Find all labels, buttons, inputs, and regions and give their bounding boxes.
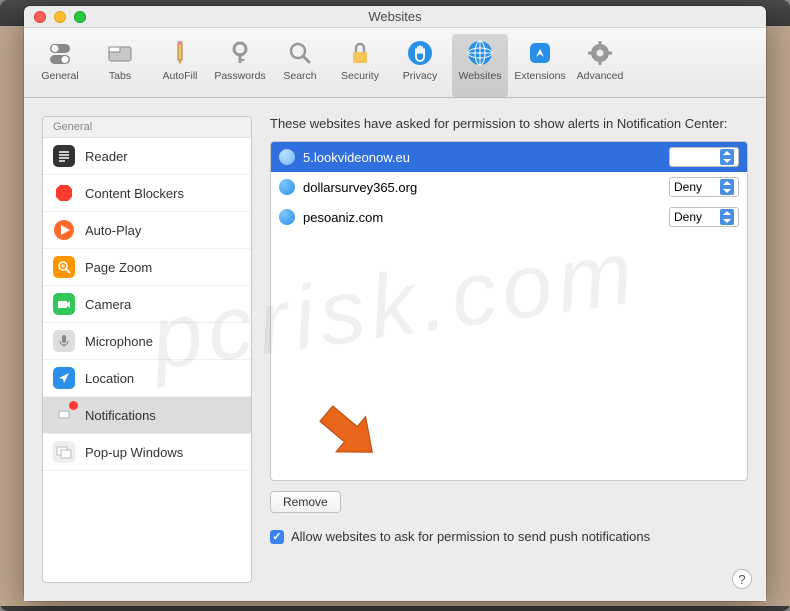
toolbar-tabs[interactable]: Tabs (92, 34, 148, 97)
content-area: General Reader Content Blockers Auto-Pla… (24, 98, 766, 601)
sidebar-header: General (43, 117, 251, 138)
pencil-icon (165, 38, 195, 68)
updown-icon (720, 179, 734, 195)
location-icon (53, 367, 75, 389)
updown-icon (720, 209, 734, 225)
help-button[interactable]: ? (732, 569, 752, 589)
sidebar: General Reader Content Blockers Auto-Pla… (42, 116, 252, 583)
globe-icon (279, 149, 295, 165)
toolbar-label: Advanced (577, 70, 624, 82)
actions-row: Remove (270, 491, 748, 513)
toolbar-label: AutoFill (162, 70, 197, 82)
zoom-icon (53, 256, 75, 278)
titlebar: Websites (24, 6, 766, 28)
preferences-window: Websites General Tabs AutoFill Passwords… (24, 6, 766, 601)
microphone-icon (53, 330, 75, 352)
globe-icon (465, 38, 495, 68)
sidebar-item-reader[interactable]: Reader (43, 138, 251, 175)
website-name: 5.lookvideonow.eu (303, 150, 661, 165)
sidebar-item-content-blockers[interactable]: Content Blockers (43, 175, 251, 212)
website-row[interactable]: pesoaniz.com Deny (271, 202, 747, 232)
toolbar-label: Search (283, 70, 316, 82)
allow-ask-row: Allow websites to ask for permission to … (270, 529, 748, 544)
permission-select[interactable]: Deny (669, 207, 739, 227)
sidebar-label: Auto-Play (85, 223, 141, 238)
globe-icon (279, 209, 295, 225)
sidebar-item-page-zoom[interactable]: Page Zoom (43, 249, 251, 286)
key-icon (225, 38, 255, 68)
remove-button[interactable]: Remove (270, 491, 341, 513)
toolbar-label: Security (341, 70, 379, 82)
sidebar-label: Pop-up Windows (85, 445, 183, 460)
toolbar-label: Extensions (514, 70, 565, 82)
checkbox-label: Allow websites to ask for permission to … (291, 529, 650, 544)
toolbar-autofill[interactable]: AutoFill (152, 34, 208, 97)
window-title: Websites (24, 9, 766, 24)
permission-select[interactable]: Allow (669, 147, 739, 167)
toolbar-security[interactable]: Security (332, 34, 388, 97)
camera-icon (53, 293, 75, 315)
popup-icon (53, 441, 75, 463)
sidebar-label: Camera (85, 297, 131, 312)
sidebar-label: Content Blockers (85, 186, 184, 201)
toolbar-extensions[interactable]: Extensions (512, 34, 568, 97)
switch-icon (45, 38, 75, 68)
sidebar-item-camera[interactable]: Camera (43, 286, 251, 323)
sidebar-label: Location (85, 371, 134, 386)
website-row[interactable]: dollarsurvey365.org Deny (271, 172, 747, 202)
sidebar-item-auto-play[interactable]: Auto-Play (43, 212, 251, 249)
notification-badge (69, 401, 78, 410)
toolbar-passwords[interactable]: Passwords (212, 34, 268, 97)
toolbar-search[interactable]: Search (272, 34, 328, 97)
website-row[interactable]: 5.lookvideonow.eu Allow (271, 142, 747, 172)
allow-ask-checkbox[interactable] (270, 530, 284, 544)
sidebar-item-location[interactable]: Location (43, 360, 251, 397)
toolbar-privacy[interactable]: Privacy (392, 34, 448, 97)
website-name: pesoaniz.com (303, 210, 661, 225)
reader-icon (53, 145, 75, 167)
hand-icon (405, 38, 435, 68)
toolbar-label: Passwords (214, 70, 265, 82)
sidebar-label: Notifications (85, 408, 156, 423)
sidebar-label: Microphone (85, 334, 153, 349)
main-header: These websites have asked for permission… (270, 116, 748, 131)
sidebar-item-notifications[interactable]: Notifications (43, 397, 251, 434)
website-list: 5.lookvideonow.eu Allow dollarsurvey365.… (270, 141, 748, 481)
toolbar-websites[interactable]: Websites (452, 34, 508, 97)
search-icon (285, 38, 315, 68)
toolbar-label: General (41, 70, 78, 82)
tabs-icon (105, 38, 135, 68)
toolbar-general[interactable]: General (32, 34, 88, 97)
lock-icon (345, 38, 375, 68)
sidebar-item-popup-windows[interactable]: Pop-up Windows (43, 434, 251, 471)
toolbar-label: Privacy (403, 70, 437, 82)
globe-icon (279, 179, 295, 195)
permission-select[interactable]: Deny (669, 177, 739, 197)
sidebar-item-microphone[interactable]: Microphone (43, 323, 251, 360)
toolbar-advanced[interactable]: Advanced (572, 34, 628, 97)
main-panel: These websites have asked for permission… (270, 116, 748, 583)
preferences-toolbar: General Tabs AutoFill Passwords Search S… (24, 28, 766, 98)
gear-icon (585, 38, 615, 68)
toolbar-label: Tabs (109, 70, 131, 82)
compass-icon (525, 38, 555, 68)
sidebar-label: Page Zoom (85, 260, 152, 275)
stop-icon (53, 182, 75, 204)
sidebar-label: Reader (85, 149, 128, 164)
toolbar-label: Websites (459, 70, 502, 82)
website-name: dollarsurvey365.org (303, 180, 661, 195)
updown-icon (720, 149, 734, 165)
play-icon (53, 219, 75, 241)
